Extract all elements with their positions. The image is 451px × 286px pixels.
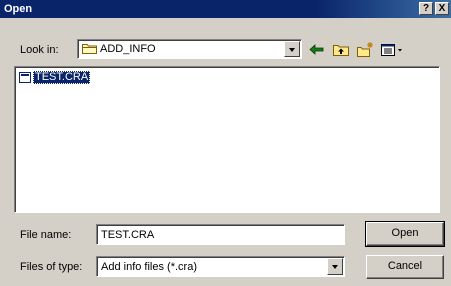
- view-menu-icon[interactable]: [379, 41, 409, 58]
- look-in-dropdown-button[interactable]: [284, 41, 300, 57]
- file-name-value: TEST.CRA: [101, 229, 155, 241]
- file-list[interactable]: TEST.CRA: [14, 66, 440, 213]
- look-in-label: Look in:: [20, 44, 59, 56]
- cancel-button[interactable]: Cancel: [366, 255, 444, 279]
- back-icon[interactable]: [307, 41, 327, 58]
- close-button[interactable]: X: [435, 2, 449, 15]
- file-type-select[interactable]: Add info files (*.cra): [96, 256, 345, 277]
- window-title: Open: [4, 3, 33, 15]
- look-in-combo[interactable]: ADD_INFO: [77, 39, 302, 59]
- look-in-value: ADD_INFO: [100, 43, 156, 55]
- file-name-field[interactable]: TEST.CRA: [96, 224, 345, 245]
- up-folder-icon[interactable]: [331, 41, 351, 58]
- chevron-down-icon: [289, 48, 295, 52]
- file-type-dropdown-button[interactable]: [327, 258, 343, 275]
- file-icon: [19, 72, 31, 83]
- open-dialog: Open ? X Look in: ADD_INFO TEST.CRA File…: [0, 0, 451, 286]
- title-bar[interactable]: Open ? X: [0, 0, 451, 18]
- file-type-label: Files of type:: [20, 261, 83, 273]
- file-item-label: TEST.CRA: [33, 71, 91, 84]
- file-type-value: Add info files (*.cra): [101, 261, 197, 273]
- help-button[interactable]: ?: [419, 2, 433, 15]
- folder-icon: [82, 44, 97, 54]
- file-name-label: File name:: [20, 229, 72, 241]
- open-button[interactable]: Open: [365, 221, 445, 247]
- new-folder-icon[interactable]: [355, 41, 375, 58]
- chevron-down-icon: [332, 265, 338, 269]
